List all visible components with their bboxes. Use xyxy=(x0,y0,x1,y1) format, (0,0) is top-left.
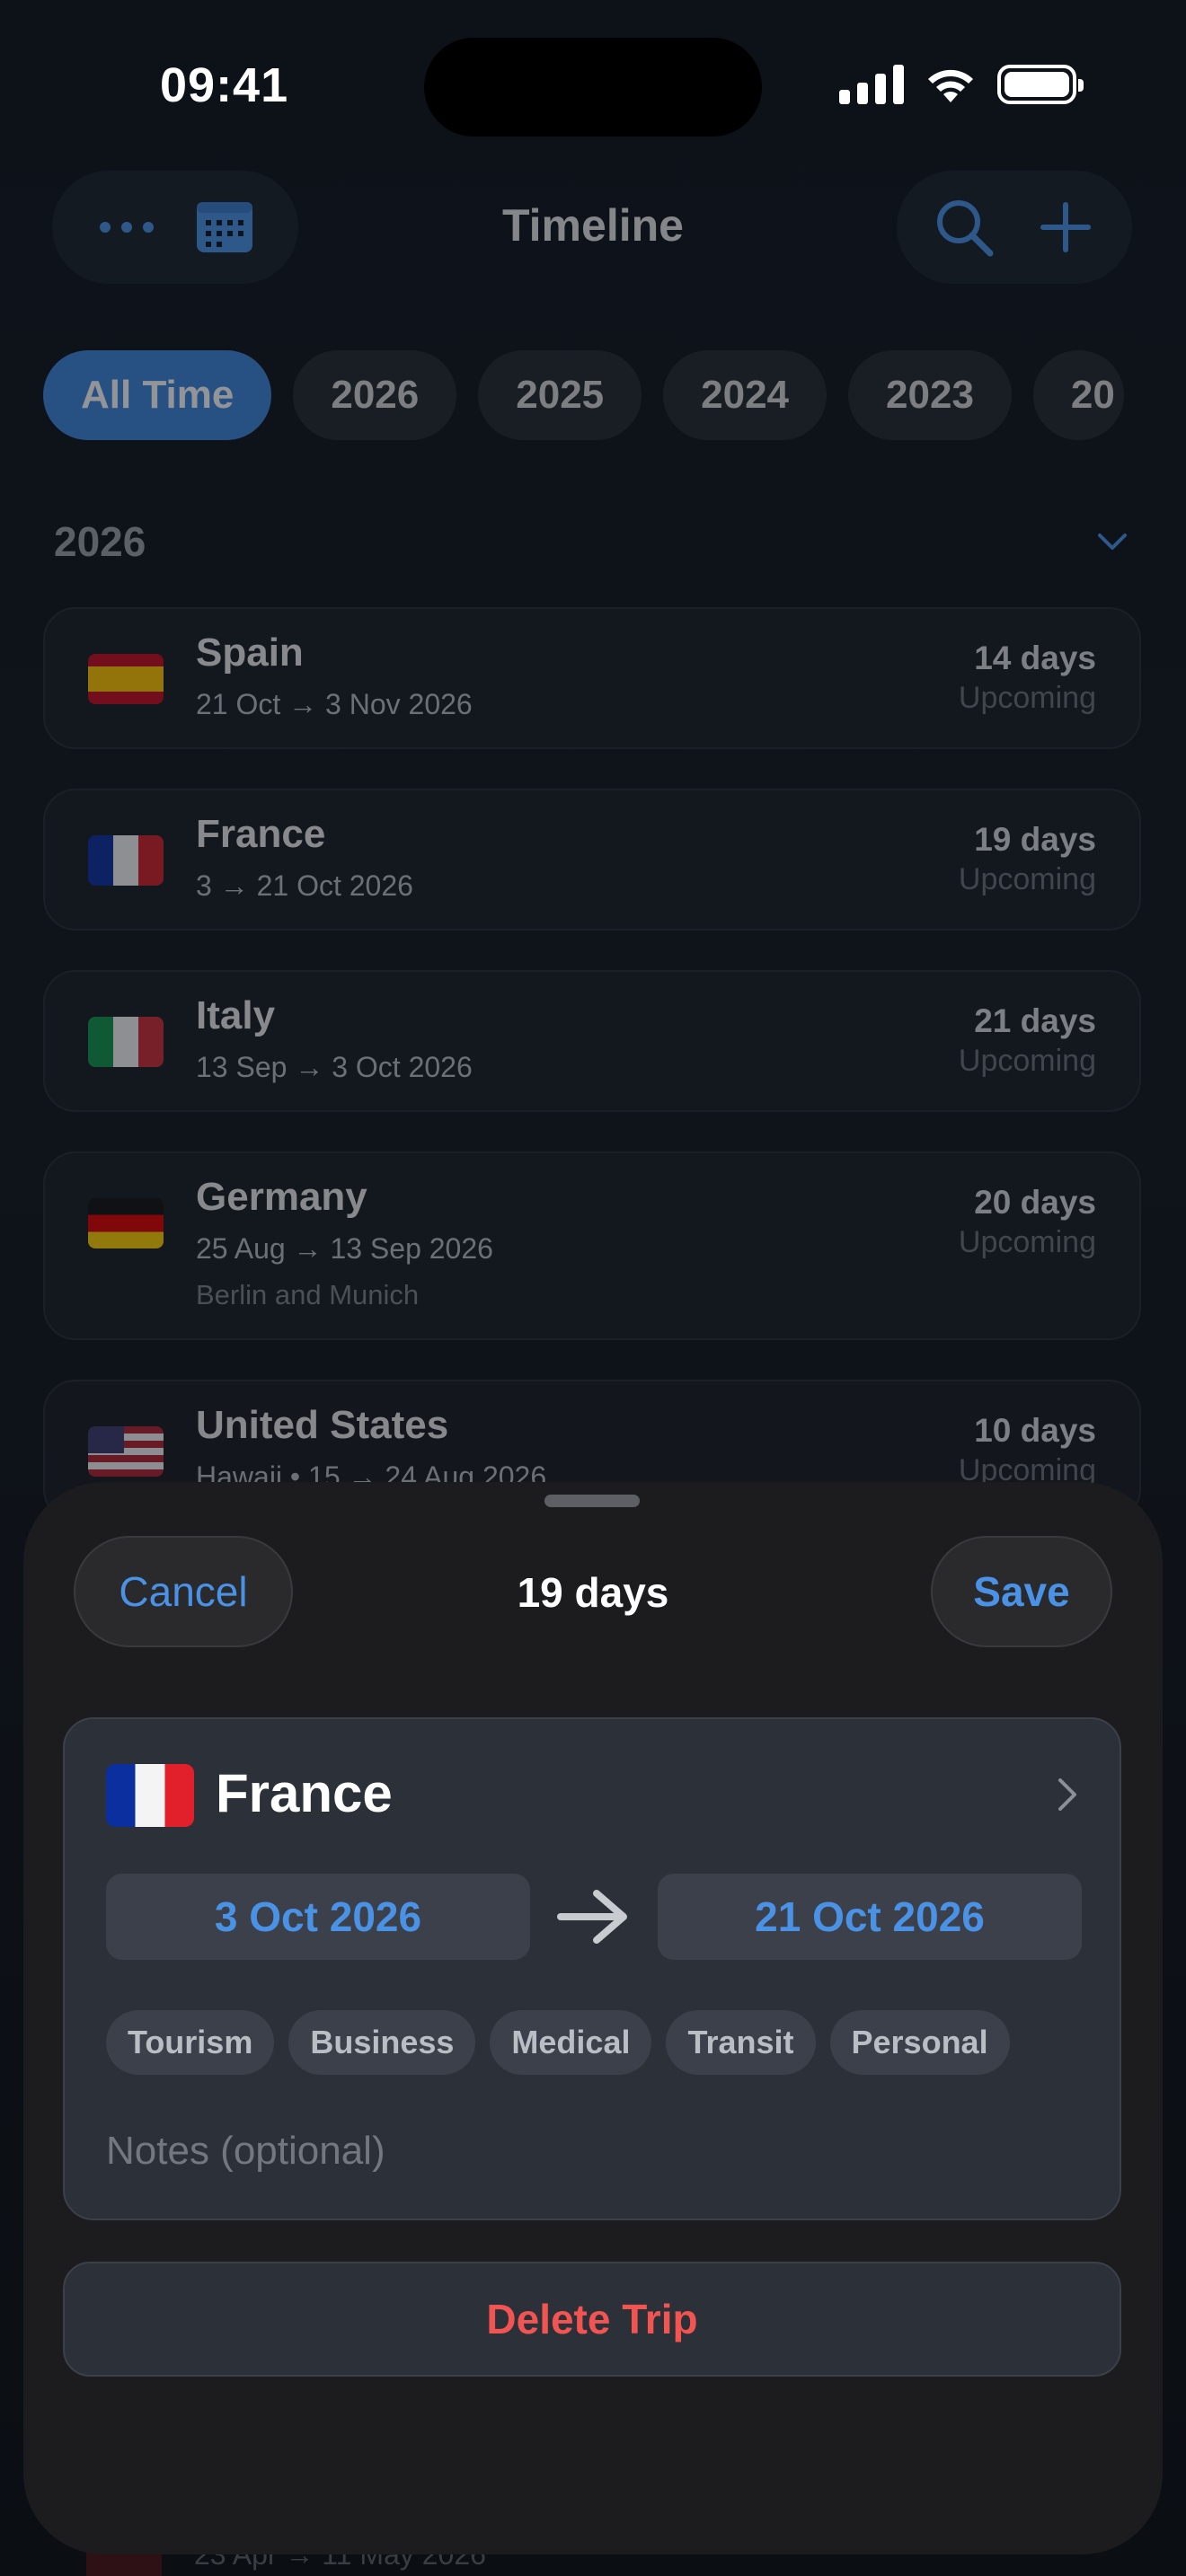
france-flag-icon xyxy=(106,1764,194,1827)
chip-2022-partial[interactable]: 20 xyxy=(1032,350,1124,440)
save-button[interactable]: Save xyxy=(931,1536,1112,1647)
chip-2025[interactable]: 2025 xyxy=(478,350,642,440)
trip-edit-card: France 3 Oct 2026 21 Oct 2026 Tourism Bu… xyxy=(63,1717,1121,2220)
country-selector[interactable]: France xyxy=(216,1762,393,1824)
trip-state: Upcoming xyxy=(958,1225,1096,1259)
chip-2024[interactable]: 2024 xyxy=(663,350,828,440)
trip-country: Germany xyxy=(196,1175,367,1219)
chip-all-time[interactable]: All Time xyxy=(43,350,272,440)
trip-country: France xyxy=(196,812,326,856)
italy-flag-icon xyxy=(88,1017,164,1067)
chevron-down-icon[interactable] xyxy=(1094,525,1130,560)
trip-days: 14 days xyxy=(974,640,1096,676)
trip-days: 21 days xyxy=(974,1002,1096,1039)
trip-notes: Berlin and Munich xyxy=(196,1279,420,1310)
trip-state: Upcoming xyxy=(958,681,1096,715)
screen: 09:41 Timeline All Time 2026 2025 2024 2… xyxy=(0,0,1186,2576)
usa-flag-icon xyxy=(88,1426,164,1477)
end-date-picker[interactable]: 21 Oct 2026 xyxy=(658,1874,1082,1960)
germany-flag-icon xyxy=(88,1198,164,1248)
tag-personal[interactable]: Personal xyxy=(829,2010,1010,2075)
trip-state: Upcoming xyxy=(958,1044,1096,1078)
year-filter-chips: All Time 2026 2025 2024 2023 20 xyxy=(43,350,1124,440)
tag-medical[interactable]: Medical xyxy=(490,2010,652,2075)
tag-tourism[interactable]: Tourism xyxy=(106,2010,275,2075)
trip-dates: 21 Oct → 3 Nov 2026 xyxy=(196,688,473,720)
arrow-right-icon xyxy=(557,1890,627,1944)
trip-purpose-tags: Tourism Business Medical Transit Persona… xyxy=(106,2010,1010,2075)
trip-row[interactable]: France 3 → 21 Oct 2026 19 days Upcoming xyxy=(43,789,1141,931)
trip-days: 19 days xyxy=(974,821,1096,858)
section-header-year: 2026 xyxy=(54,518,146,565)
start-date-picker[interactable]: 3 Oct 2026 xyxy=(106,1874,530,1960)
trip-row[interactable]: Spain 21 Oct → 3 Nov 2026 14 days Upcomi… xyxy=(43,607,1141,749)
chip-2023[interactable]: 2023 xyxy=(848,350,1012,440)
trip-days: 10 days xyxy=(974,1412,1096,1449)
france-flag-icon xyxy=(88,835,164,886)
delete-trip-button[interactable]: Delete Trip xyxy=(63,2262,1121,2377)
trip-state: Upcoming xyxy=(958,862,1096,896)
notes-input[interactable] xyxy=(106,2120,1076,2183)
spain-flag-icon xyxy=(88,654,164,704)
trip-country: Spain xyxy=(196,631,304,675)
search-button[interactable] xyxy=(924,187,1005,268)
search-icon xyxy=(936,200,993,257)
trip-row[interactable]: Germany 25 Aug → 13 Sep 2026 Berlin and … xyxy=(43,1151,1141,1340)
trip-country: United States xyxy=(196,1403,449,1447)
tag-transit[interactable]: Transit xyxy=(666,2010,816,2075)
tag-business[interactable]: Business xyxy=(288,2010,476,2075)
trip-row[interactable]: Italy 13 Sep → 3 Oct 2026 21 days Upcomi… xyxy=(43,970,1141,1112)
sheet-grabber[interactable] xyxy=(544,1495,640,1507)
chip-2026[interactable]: 2026 xyxy=(293,350,457,440)
chevron-right-icon[interactable] xyxy=(1049,1775,1085,1814)
trip-dates: 25 Aug → 13 Sep 2026 xyxy=(196,1232,493,1265)
trip-dates: 13 Sep → 3 Oct 2026 xyxy=(196,1051,473,1083)
nav-right-group xyxy=(897,171,1132,284)
trip-dates: 3 → 21 Oct 2026 xyxy=(196,869,413,902)
trip-days: 20 days xyxy=(974,1184,1096,1221)
plus-icon xyxy=(1040,202,1091,252)
add-trip-button[interactable] xyxy=(1025,187,1106,268)
trip-country: Italy xyxy=(196,993,276,1037)
